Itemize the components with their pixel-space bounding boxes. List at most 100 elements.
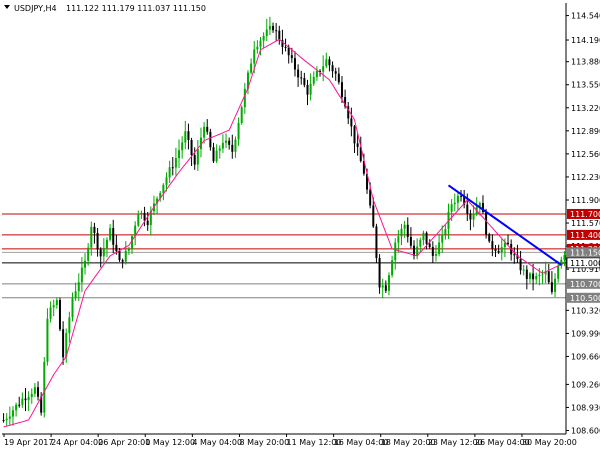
candle-body [557, 265, 560, 279]
candle [193, 147, 196, 170]
candle [278, 25, 281, 45]
candle [162, 183, 165, 201]
level-lines-layer [2, 213, 566, 299]
candle-body [24, 398, 27, 401]
candle-body [315, 70, 318, 78]
y-tick-label: 113.220 [571, 104, 600, 113]
candle-body [532, 273, 535, 280]
candle-body [268, 26, 271, 30]
candle [550, 271, 553, 295]
candle-body [102, 248, 105, 257]
candle-body [337, 73, 340, 83]
candle-body [497, 250, 500, 253]
candle [394, 238, 397, 270]
triangle-down-icon[interactable] [4, 5, 10, 9]
candle-body [409, 236, 412, 246]
candle [27, 391, 30, 411]
candle-body [469, 213, 472, 220]
candle-body [18, 404, 21, 406]
candle-body [290, 55, 293, 59]
candle [328, 56, 331, 72]
candle-body [190, 139, 193, 156]
candle-body [221, 142, 224, 149]
candle [15, 402, 18, 417]
candle-body [353, 126, 356, 144]
candle-body [272, 26, 275, 31]
candle [353, 124, 356, 154]
y-tick-label: 111.900 [571, 196, 600, 205]
level-price-label: 111.150 [570, 248, 600, 257]
candle-body [93, 226, 96, 233]
candle-body [422, 232, 425, 240]
candle-body [293, 58, 296, 70]
candle-body [425, 232, 428, 244]
candle-body [212, 147, 215, 162]
candle-body [253, 49, 256, 64]
candle-body [444, 229, 447, 235]
candle-body [303, 78, 306, 85]
y-tick-label: 112.890 [571, 127, 600, 136]
candle-body [275, 30, 278, 32]
price-chart[interactable]: 114.540 114.190 113.880 113.550 113.220 112.8… [0, 0, 600, 450]
candle-body [513, 254, 516, 256]
candle [37, 381, 40, 401]
candle-body [193, 155, 196, 165]
candle-body [491, 241, 494, 249]
candle-body [215, 150, 218, 162]
candle-body [171, 167, 174, 169]
candle [469, 209, 472, 231]
candle-body [96, 232, 99, 250]
candle [315, 66, 318, 81]
candle [406, 217, 409, 243]
candle [240, 105, 243, 125]
candle-body [525, 269, 528, 279]
candle-body [99, 249, 102, 257]
candle-body [466, 204, 469, 214]
candle-body [237, 122, 240, 140]
candle-body [33, 387, 36, 394]
candle-body [259, 40, 262, 47]
candle-body [503, 242, 506, 248]
candle-body [438, 242, 441, 255]
candle [137, 210, 140, 227]
candle [2, 413, 5, 423]
candle-body [550, 282, 553, 292]
candle [221, 134, 224, 153]
candle [90, 221, 93, 256]
candle [71, 292, 74, 322]
candle [87, 243, 90, 266]
candle-body [243, 88, 246, 108]
candle-body [109, 228, 112, 240]
candle [378, 254, 381, 294]
candle [265, 18, 268, 42]
candle [275, 23, 278, 42]
candle [181, 136, 184, 159]
candle [140, 210, 143, 219]
candle-body [394, 242, 397, 261]
y-tick-label: 113.550 [571, 81, 600, 90]
candle-body [228, 140, 231, 145]
candle-body [46, 318, 49, 362]
candle-body [112, 228, 115, 245]
candle [184, 120, 187, 150]
candle [413, 240, 416, 260]
candle [178, 139, 181, 169]
chart-frame [2, 3, 567, 435]
x-tick-label: 26 Apr 20:00 [98, 438, 150, 447]
candle [387, 272, 390, 296]
candle-body [58, 299, 61, 330]
candle [49, 301, 52, 323]
candle-body [538, 274, 541, 277]
candle [187, 123, 190, 150]
candle [519, 250, 522, 275]
candle-body [485, 212, 488, 235]
candle [212, 142, 215, 163]
x-tick-label: 24 Apr 04:00 [51, 438, 103, 447]
candle [68, 311, 71, 343]
candle [528, 272, 531, 284]
candle-body [325, 59, 328, 67]
y-tick-label: 108.600 [571, 427, 600, 436]
candle-body [535, 276, 538, 280]
candle-body [30, 393, 33, 398]
candle [11, 406, 14, 426]
